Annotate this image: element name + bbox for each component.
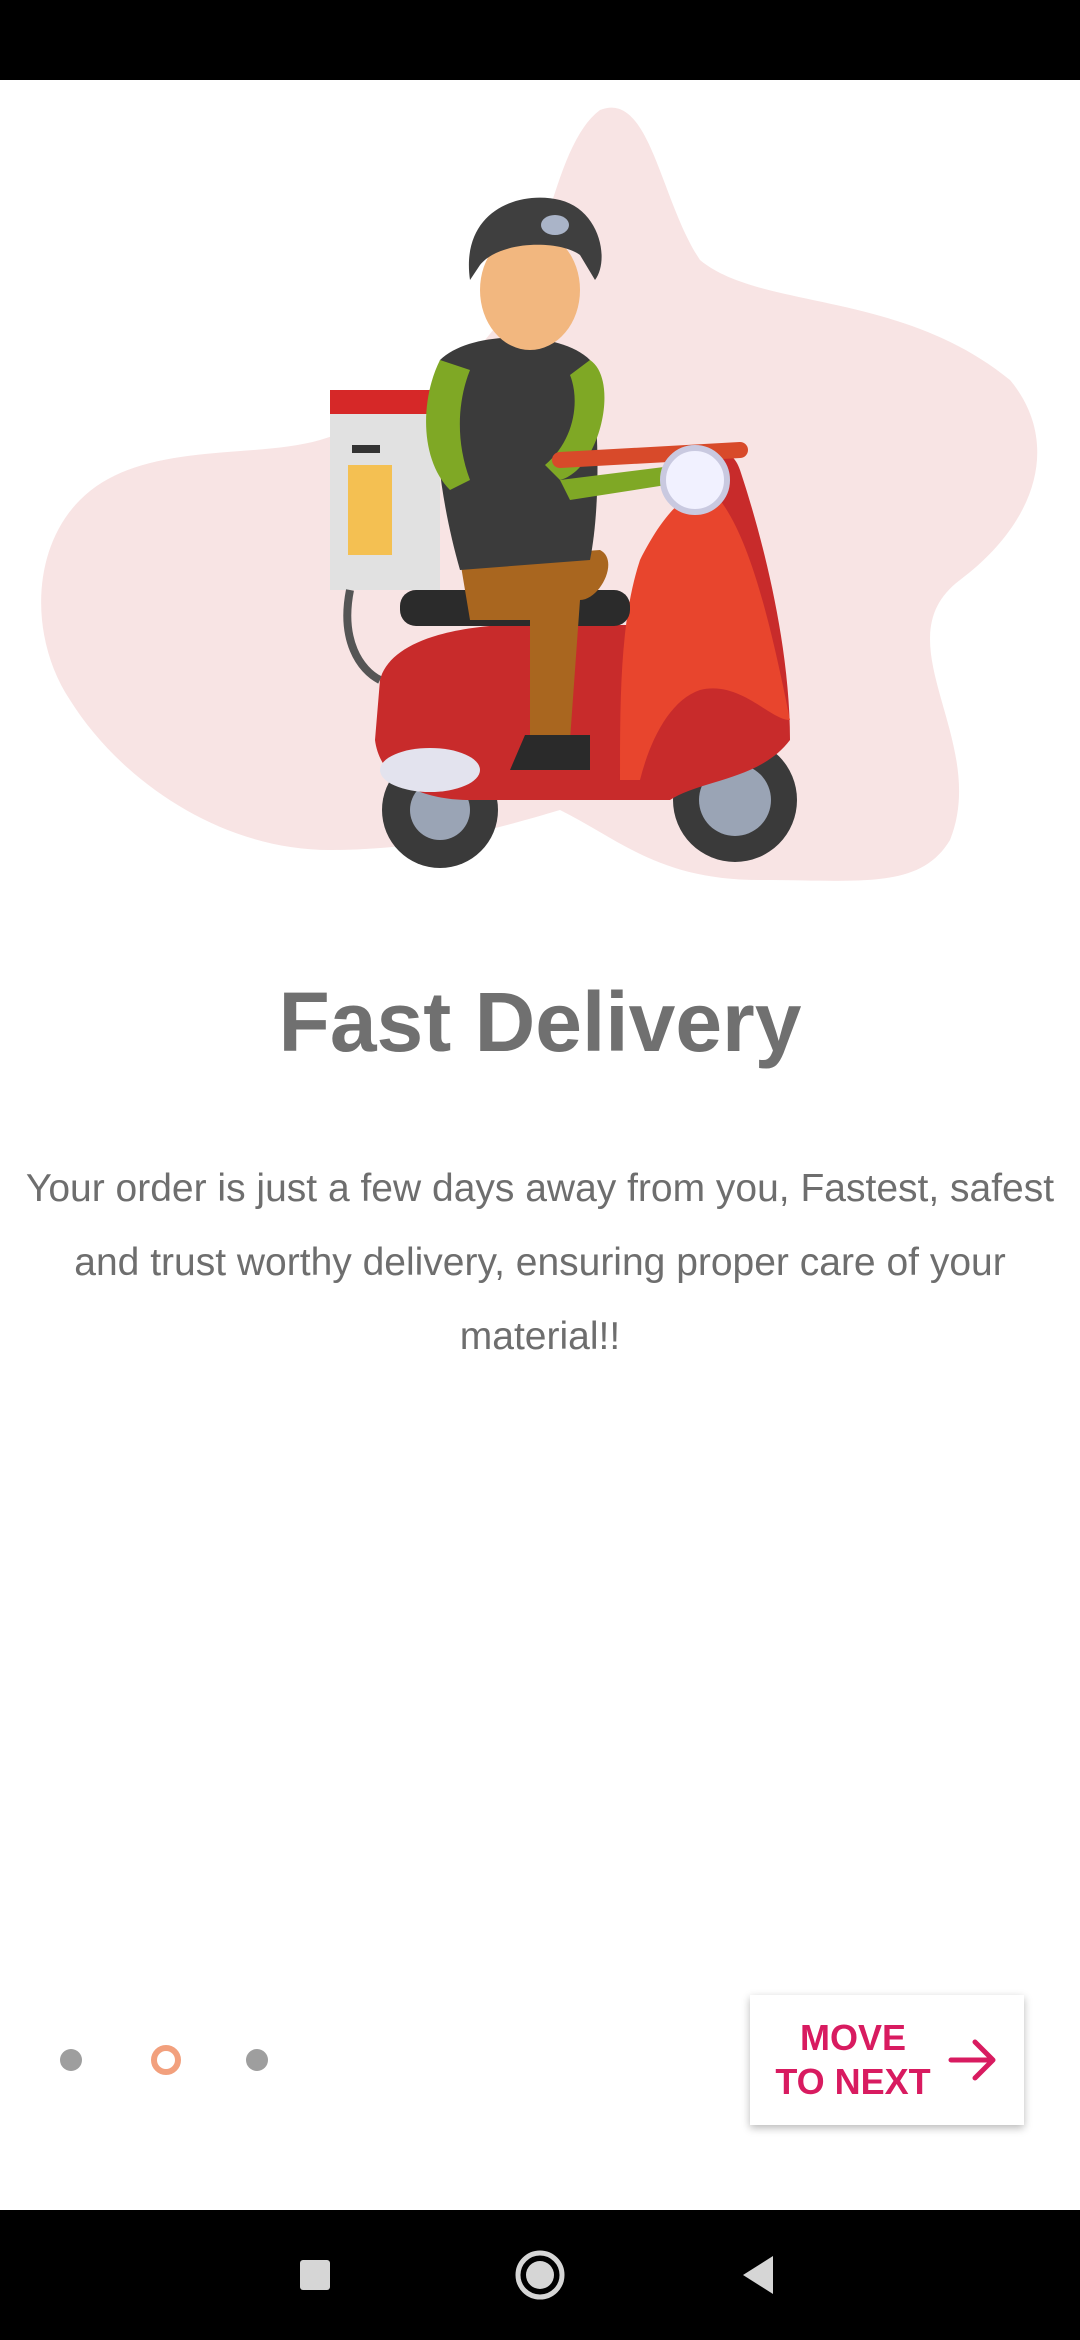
onboarding-title: Fast Delivery — [278, 975, 802, 1069]
arrow-right-icon — [948, 2039, 996, 2081]
delivery-illustration — [0, 80, 1080, 900]
recent-apps-icon[interactable] — [280, 2240, 350, 2310]
page-dot-1[interactable] — [60, 2049, 82, 2071]
system-navigation-bar — [0, 2210, 1080, 2340]
status-bar — [0, 0, 1080, 80]
move-to-next-button[interactable]: MOVE TO NEXT — [750, 1995, 1024, 2125]
page-dot-2-active[interactable] — [151, 2045, 181, 2075]
page-dot-3[interactable] — [246, 2049, 268, 2071]
page-indicator — [0, 2040, 300, 2080]
onboarding-description: Your order is just a few days away from … — [25, 1167, 1055, 1358]
back-icon[interactable] — [725, 2240, 795, 2310]
move-to-next-label: MOVE TO NEXT — [775, 2017, 931, 2102]
home-icon[interactable] — [505, 2240, 575, 2310]
